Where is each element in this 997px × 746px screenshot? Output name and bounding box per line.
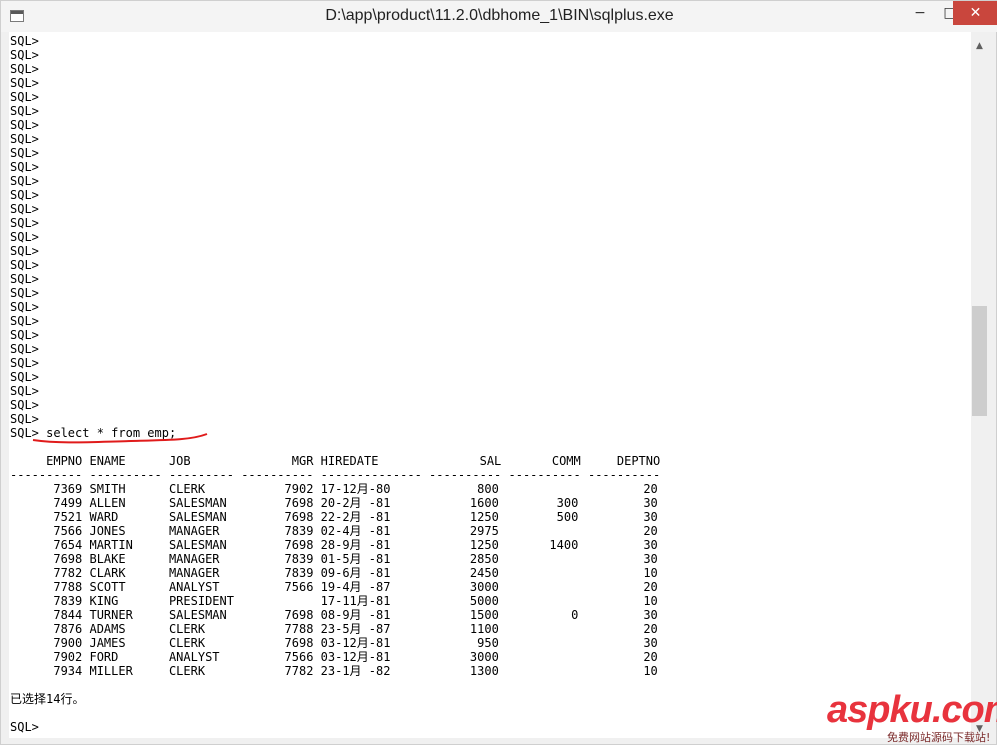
scroll-up-icon[interactable]: ▲ [971,38,988,55]
table-row: 7782 CLARK MANAGER 7839 09-6月 -81 2450 1… [10,566,658,580]
prompt-line: SQL> [10,62,39,76]
table-row: 7934 MILLER CLERK 7782 23-1月 -82 1300 10 [10,664,658,678]
result-header: EMPNO ENAME JOB MGR HIREDATE SAL COMM DE… [10,454,661,468]
prompt-line: SQL> [10,300,39,314]
table-row: 7566 JONES MANAGER 7839 02-4月 -81 2975 2… [10,524,658,538]
prompt-line: SQL> [10,118,39,132]
table-row: 7499 ALLEN SALESMAN 7698 20-2月 -81 1600 … [10,496,658,510]
row-count-message: 已选择14行。 [10,692,85,706]
prompt-line: SQL> [10,146,39,160]
prompt-line: SQL> [10,76,39,90]
prompt-line: SQL> [10,90,39,104]
final-prompt[interactable]: SQL> [10,720,39,734]
vertical-scrollbar[interactable]: ▲ ▼ [971,32,988,738]
prompt-line: SQL> [10,286,39,300]
title-bar[interactable]: D:\app\product\11.2.0\dbhome_1\BIN\sqlpl… [1,1,997,32]
minimize-button[interactable]: − [905,1,935,25]
prompt-line: SQL> [10,244,39,258]
prompt-line: SQL> [10,132,39,146]
prompt-line: SQL> [10,230,39,244]
prompt-line: SQL> [10,342,39,356]
prompt-line: SQL> [10,314,39,328]
table-row: 7521 WARD SALESMAN 7698 22-2月 -81 1250 5… [10,510,658,524]
table-row: 7839 KING PRESIDENT 17-11月-81 5000 10 [10,594,658,608]
prompt-line: SQL> [10,34,39,48]
sqlplus-window: D:\app\product\11.2.0\dbhome_1\BIN\sqlpl… [0,0,997,745]
prompt-line: SQL> [10,370,39,384]
table-row: 7844 TURNER SALESMAN 7698 08-9月 -81 1500… [10,608,658,622]
table-row: 7698 BLAKE MANAGER 7839 01-5月 -81 2850 3… [10,552,658,566]
scroll-thumb[interactable] [972,306,987,416]
close-button[interactable]: ✕ [953,1,997,25]
table-row: 7654 MARTIN SALESMAN 7698 28-9月 -81 1250… [10,538,658,552]
prompt-line: SQL> [10,104,39,118]
table-row: 7900 JAMES CLERK 7698 03-12月-81 950 30 [10,636,658,650]
prompt-line: SQL> [10,398,39,412]
table-row: 7902 FORD ANALYST 7566 03-12月-81 3000 20 [10,650,658,664]
console-output[interactable]: SQL> SQL> SQL> SQL> SQL> SQL> SQL> SQL> … [9,32,971,738]
prompt-line: SQL> [10,356,39,370]
result-separator: ---------- ---------- --------- --------… [10,468,661,482]
prompt-line: SQL> [10,258,39,272]
prompt-line: SQL> [10,160,39,174]
prompt-line: SQL> [10,384,39,398]
prompt-line: SQL> [10,328,39,342]
watermark-subtext: 免费网站源码下载站! [887,731,991,744]
table-row: 7788 SCOTT ANALYST 7566 19-4月 -87 3000 2… [10,580,658,594]
table-row: 7369 SMITH CLERK 7902 17-12月-80 800 20 [10,482,658,496]
prompt-line: SQL> [10,272,39,286]
window-title: D:\app\product\11.2.0\dbhome_1\BIN\sqlpl… [325,7,674,24]
table-row: 7876 ADAMS CLERK 7788 23-5月 -87 1100 20 [10,622,658,636]
prompt-line: SQL> [10,202,39,216]
prompt-line: SQL> [10,412,39,426]
prompt-line: SQL> [10,188,39,202]
watermark-text: aspku.com [827,689,997,731]
red-underline-annotation [32,433,208,444]
prompt-line: SQL> [10,48,39,62]
prompt-line: SQL> [10,174,39,188]
watermark-logo: aspku.com 免费网站源码下载站! [823,689,997,746]
prompt-line: SQL> [10,216,39,230]
